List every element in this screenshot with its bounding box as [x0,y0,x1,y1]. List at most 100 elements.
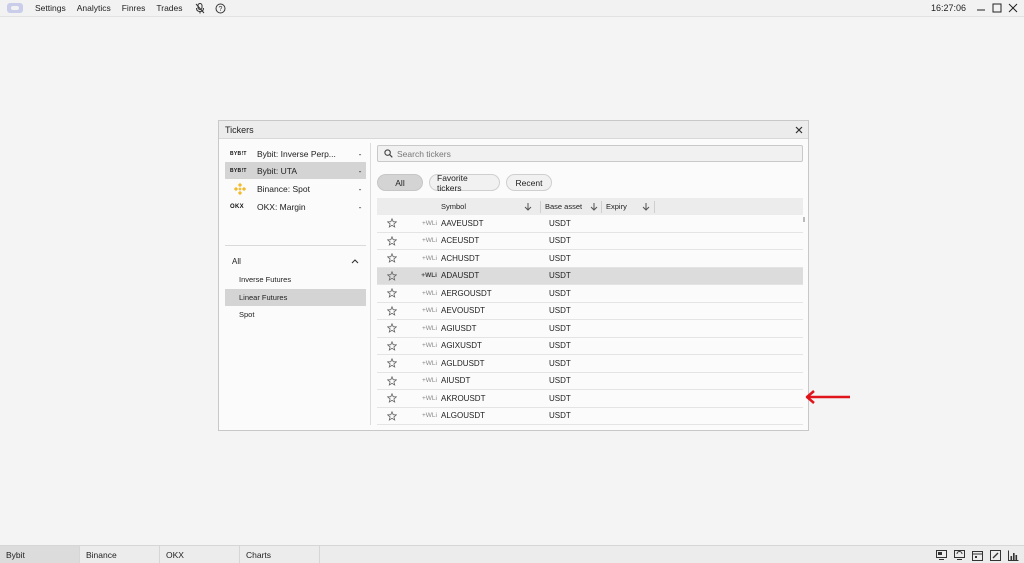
symbol-cell: ACEUSDT [441,236,480,246]
table-row[interactable]: +WLi AGIXUSDT USDT [377,338,803,355]
base-asset-cell: USDT [549,323,571,333]
table-row[interactable]: +WLi AERGOUSDT USDT [377,285,803,303]
table-row[interactable]: +WLi ALGOUSDT USDT [377,408,803,425]
exchange-item-bybit-uta[interactable]: BYB!T Bybit: UTA - [225,162,366,179]
dialog-close-icon[interactable] [793,124,804,135]
dialog-header: Tickers [219,121,808,139]
add-to-watchlist-button[interactable]: +WLi [407,412,441,419]
filter-recent-button[interactable]: Recent [506,174,552,191]
add-to-watchlist-button[interactable]: +WLi [407,237,441,244]
add-to-watchlist-button[interactable]: +WLi [407,325,441,332]
add-to-watchlist-button[interactable]: +WLi [407,272,441,279]
filter-all-button[interactable]: All [377,174,423,191]
favorite-star-icon[interactable] [377,358,407,369]
add-to-watchlist-button[interactable]: +WLi [407,290,441,297]
divider [225,245,366,246]
favorite-star-icon[interactable] [377,218,407,229]
search-icon [384,149,393,158]
add-to-watchlist-button[interactable]: +WLi [407,307,441,314]
search-box[interactable] [377,145,803,162]
add-to-watchlist-button[interactable]: +WLi [407,395,441,402]
exchange-item-bybit-inverse[interactable]: BYB!T Bybit: Inverse Perp... - [225,145,366,162]
base-asset-cell: USDT [549,306,571,316]
favorite-star-icon[interactable] [377,270,407,281]
add-to-watchlist-button[interactable]: +WLi [407,377,441,384]
menu-trades[interactable]: Trades [156,3,182,13]
sync-icon[interactable] [953,549,965,561]
add-to-watchlist-button[interactable]: +WLi [407,342,441,349]
tab-okx[interactable]: OKX [160,546,240,563]
sort-arrow-icon[interactable] [590,202,598,213]
ticker-pane: All Favorite tickers Recent Symbol Base … [377,143,805,425]
table-row[interactable]: +WLi AKROUSDT USDT [377,390,803,408]
add-to-watchlist-button[interactable]: +WLi [407,360,441,367]
table-row[interactable]: +WLi ACEUSDT USDT [377,233,803,250]
base-asset-cell: USDT [549,376,571,386]
exchange-item-binance-spot[interactable]: Binance: Spot - [225,180,366,197]
favorite-star-icon[interactable] [377,253,407,264]
minimize-icon[interactable] [975,2,987,14]
sort-arrow-icon[interactable] [642,202,650,213]
symbol-cell: AEVOUSDT [441,306,486,316]
table-row[interactable]: +WLi AEVOUSDT USDT [377,303,803,320]
table-row[interactable]: +WLi AGLDUSDT USDT [377,355,803,373]
maximize-icon[interactable] [991,2,1003,14]
favorite-star-icon[interactable] [377,375,407,386]
category-all-label: All [232,256,241,266]
favorite-star-icon[interactable] [377,340,407,351]
symbol-cell: AGIUSDT [441,323,477,333]
mute-mic-icon[interactable] [194,2,206,14]
menu-finres[interactable]: Finres [122,3,146,13]
exchange-marker: - [358,183,362,194]
edit-icon[interactable] [989,549,1001,561]
column-separator[interactable] [654,200,655,213]
top-bar: Settings Analytics Finres Trades ? 16:27… [0,0,1024,17]
column-symbol-label: Symbol [441,202,467,211]
category-inverse-futures[interactable]: Inverse Futures [225,271,366,288]
favorite-star-icon[interactable] [377,393,407,404]
pane-divider [370,143,371,425]
stats-icon[interactable] [1007,549,1019,561]
table-row[interactable]: +WLi AGIUSDT USDT [377,320,803,338]
scrollbar-thumb[interactable] [803,217,805,222]
favorite-star-icon[interactable] [377,323,407,334]
chevron-up-icon[interactable] [351,258,359,264]
filter-favorites-button[interactable]: Favorite tickers [429,173,500,193]
okx-logo-icon: OKX [230,203,244,210]
base-asset-cell: USDT [549,271,571,281]
favorite-star-icon[interactable] [377,288,407,299]
favorite-star-icon[interactable] [377,305,407,316]
menu-settings[interactable]: Settings [35,3,66,13]
symbol-cell: AAVEUSDT [441,218,484,228]
symbol-cell: AGIXUSDT [441,341,482,351]
table-row[interactable]: +WLi AAVEUSDT USDT [377,215,803,233]
sort-arrow-icon[interactable] [524,202,532,213]
category-linear-futures[interactable]: Linear Futures [225,289,366,306]
table-row[interactable]: +WLi ADAUSDT USDT [377,267,803,285]
category-all-header[interactable]: All [225,253,366,269]
tab-binance[interactable]: Binance [80,546,160,563]
base-asset-cell: USDT [549,236,571,246]
close-icon[interactable] [1007,2,1019,14]
table-row[interactable]: +WLi ACHUSDT USDT [377,250,803,268]
calendar-icon[interactable] [971,549,983,561]
column-symbol[interactable]: Symbol [441,198,540,215]
favorite-star-icon[interactable] [377,410,407,421]
category-spot[interactable]: Spot [225,306,366,323]
table-header: Symbol Base asset Expiry [377,198,803,215]
column-base-asset[interactable]: Base asset [541,198,601,215]
menu-analytics[interactable]: Analytics [77,3,111,13]
favorite-star-icon[interactable] [377,235,407,246]
svg-text:?: ? [219,6,223,13]
symbol-cell: ACHUSDT [441,253,480,263]
screen-icon[interactable] [935,549,947,561]
table-row[interactable]: +WLi AIUSDT USDT [377,373,803,390]
column-expiry[interactable]: Expiry [602,198,654,215]
search-input[interactable] [397,148,777,159]
add-to-watchlist-button[interactable]: +WLi [407,220,441,227]
exchange-item-okx-margin[interactable]: OKX OKX: Margin - [225,198,366,215]
add-to-watchlist-button[interactable]: +WLi [407,255,441,262]
help-icon[interactable]: ? [215,2,227,14]
tab-bybit[interactable]: Bybit [0,546,80,563]
tab-charts[interactable]: Charts [240,546,320,563]
